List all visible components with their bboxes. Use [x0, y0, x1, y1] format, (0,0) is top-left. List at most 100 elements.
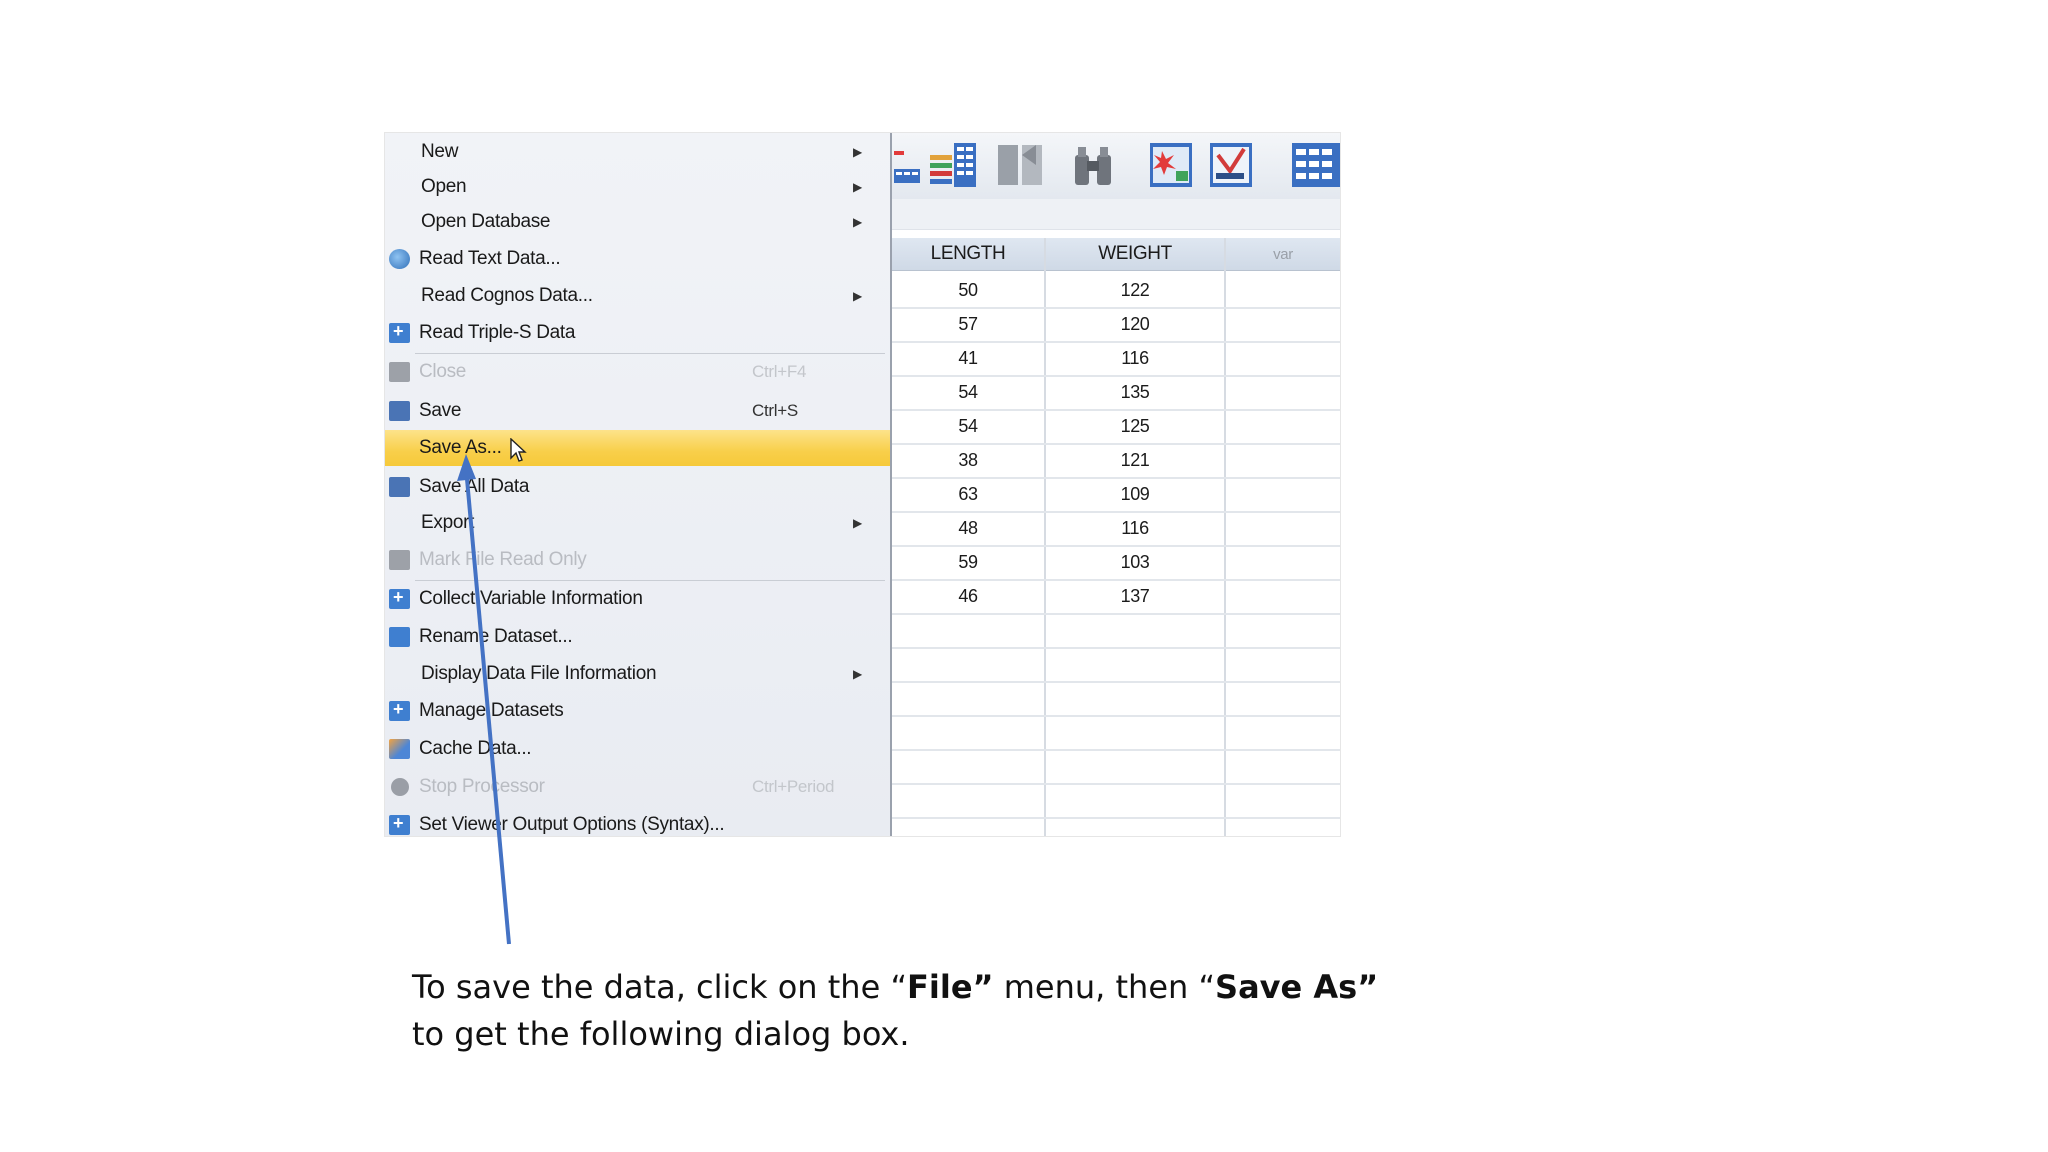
cell-weight[interactable]: [1046, 647, 1224, 681]
cell-var[interactable]: [1226, 443, 1340, 477]
menu-item-shortcut: Ctrl+S: [752, 401, 798, 420]
column-header-weight[interactable]: WEIGHT: [1046, 238, 1226, 271]
cell-var[interactable]: [1226, 783, 1340, 817]
value-labels-icon[interactable]: [1290, 141, 1340, 189]
weight-cases-icon[interactable]: [1208, 141, 1254, 189]
menu-item-save[interactable]: Save Ctrl+S: [385, 394, 890, 428]
cell-weight[interactable]: [1046, 783, 1224, 817]
cell-weight[interactable]: 137: [1046, 579, 1224, 613]
menu-item-cache-data[interactable]: Cache Data...: [385, 732, 890, 766]
cell-length[interactable]: [892, 681, 1044, 715]
menu-item-open-database[interactable]: Open Database ▶: [385, 205, 890, 239]
cell-weight[interactable]: 125: [1046, 409, 1224, 443]
select-cases-icon[interactable]: [1148, 141, 1194, 189]
menu-item-display-data-file-information[interactable]: Display Data File Information ▶: [385, 657, 890, 691]
cell-length[interactable]: [892, 647, 1044, 681]
read-only-icon: [389, 550, 410, 570]
caption-text: menu, then “: [993, 968, 1216, 1006]
menu-item-read-cognos-data[interactable]: Read Cognos Data... ▶: [385, 279, 890, 313]
cell-length[interactable]: 46: [892, 579, 1044, 613]
cell-var[interactable]: [1226, 341, 1340, 375]
menu-item-open[interactable]: Open ▶: [385, 170, 890, 204]
menu-item-export[interactable]: Export ▶: [385, 506, 890, 540]
insert-variable-icon[interactable]: [928, 141, 980, 189]
cell-length[interactable]: 54: [892, 409, 1044, 443]
cell-weight[interactable]: [1046, 749, 1224, 783]
cell-length[interactable]: 54: [892, 375, 1044, 409]
insert-cases-icon[interactable]: [892, 141, 922, 189]
menu-item-read-triple-s-data[interactable]: Read Triple-S Data: [385, 316, 890, 350]
cell-length[interactable]: 38: [892, 443, 1044, 477]
menu-item-manage-datasets[interactable]: Manage Datasets: [385, 694, 890, 728]
cell-weight[interactable]: 103: [1046, 545, 1224, 579]
menu-item-label: Open Database: [421, 211, 551, 232]
cell-var[interactable]: [1226, 681, 1340, 715]
menu-item-mark-file-read-only[interactable]: Mark File Read Only: [385, 543, 890, 577]
cell-weight[interactable]: 122: [1046, 273, 1224, 307]
menu-item-stop-processor[interactable]: Stop Processor Ctrl+Period: [385, 770, 890, 804]
cell-weight[interactable]: 121: [1046, 443, 1224, 477]
cell-weight[interactable]: 120: [1046, 307, 1224, 341]
cell-var[interactable]: [1226, 545, 1340, 579]
cell-length[interactable]: [892, 613, 1044, 647]
cell-length[interactable]: 50: [892, 273, 1044, 307]
caption-text: To save the data, click on the “: [412, 968, 908, 1006]
caption-bold-save-as: Save As”: [1215, 968, 1379, 1006]
menu-item-read-text-data[interactable]: Read Text Data...: [385, 242, 890, 276]
cell-weight[interactable]: 116: [1046, 511, 1224, 545]
menu-item-save-all-data[interactable]: Save All Data: [385, 470, 890, 504]
cell-weight[interactable]: 109: [1046, 477, 1224, 511]
cell-weight[interactable]: 135: [1046, 375, 1224, 409]
menu-item-shortcut: Ctrl+F4: [752, 362, 807, 381]
menu-item-new[interactable]: New ▶: [385, 135, 890, 169]
table-row: 41 116: [892, 341, 1340, 377]
cell-var[interactable]: [1226, 307, 1340, 341]
cell-length[interactable]: [892, 783, 1044, 817]
cell-weight[interactable]: [1046, 613, 1224, 647]
stop-icon: [391, 778, 409, 796]
menu-item-save-as[interactable]: Save As...: [385, 430, 890, 466]
menu-item-collect-variable-information[interactable]: Collect Variable Information: [385, 582, 890, 616]
cell-length[interactable]: 41: [892, 341, 1044, 375]
table-row: 50 122: [892, 273, 1340, 309]
cell-var[interactable]: [1226, 409, 1340, 443]
cell-var[interactable]: [1226, 477, 1340, 511]
split-file-icon[interactable]: [996, 141, 1046, 189]
table-row: 59 103: [892, 545, 1340, 581]
menu-item-rename-dataset[interactable]: Rename Dataset...: [385, 620, 890, 654]
cell-var[interactable]: [1226, 647, 1340, 681]
cell-var[interactable]: [1226, 715, 1340, 749]
cell-weight[interactable]: [1046, 681, 1224, 715]
menu-item-close[interactable]: Close Ctrl+F4: [385, 355, 890, 389]
menu-item-label: Rename Dataset...: [419, 626, 573, 647]
table-row: 63 109: [892, 477, 1340, 513]
cell-length[interactable]: [892, 749, 1044, 783]
menu-item-label: Mark File Read Only: [419, 549, 587, 570]
plus-icon: [389, 587, 410, 609]
cell-var[interactable]: [1226, 613, 1340, 647]
menu-separator: [415, 580, 885, 581]
find-icon[interactable]: [1070, 141, 1116, 189]
submenu-arrow-icon: ▶: [853, 516, 862, 530]
cell-var[interactable]: [1226, 511, 1340, 545]
cell-var[interactable]: [1226, 273, 1340, 307]
cell-var[interactable]: [1226, 749, 1340, 783]
submenu-arrow-icon: ▶: [853, 215, 862, 229]
cell-length[interactable]: 59: [892, 545, 1044, 579]
menu-item-label: New: [421, 141, 459, 162]
rename-icon: [389, 627, 410, 647]
cell-length[interactable]: 48: [892, 511, 1044, 545]
column-header-var[interactable]: var: [1226, 238, 1340, 271]
cell-length[interactable]: 63: [892, 477, 1044, 511]
cell-weight[interactable]: [1046, 715, 1224, 749]
cell-var[interactable]: [1226, 579, 1340, 613]
column-header-length[interactable]: LENGTH: [892, 238, 1046, 271]
table-row: [892, 613, 1340, 649]
cell-length[interactable]: [892, 715, 1044, 749]
table-row: 57 120: [892, 307, 1340, 343]
cell-var[interactable]: [1226, 375, 1340, 409]
cell-length[interactable]: 57: [892, 307, 1044, 341]
caption-text: to get the following dialog box.: [412, 1015, 910, 1053]
menu-item-set-viewer-output-options[interactable]: Set Viewer Output Options (Syntax)...: [385, 808, 890, 836]
cell-weight[interactable]: 116: [1046, 341, 1224, 375]
